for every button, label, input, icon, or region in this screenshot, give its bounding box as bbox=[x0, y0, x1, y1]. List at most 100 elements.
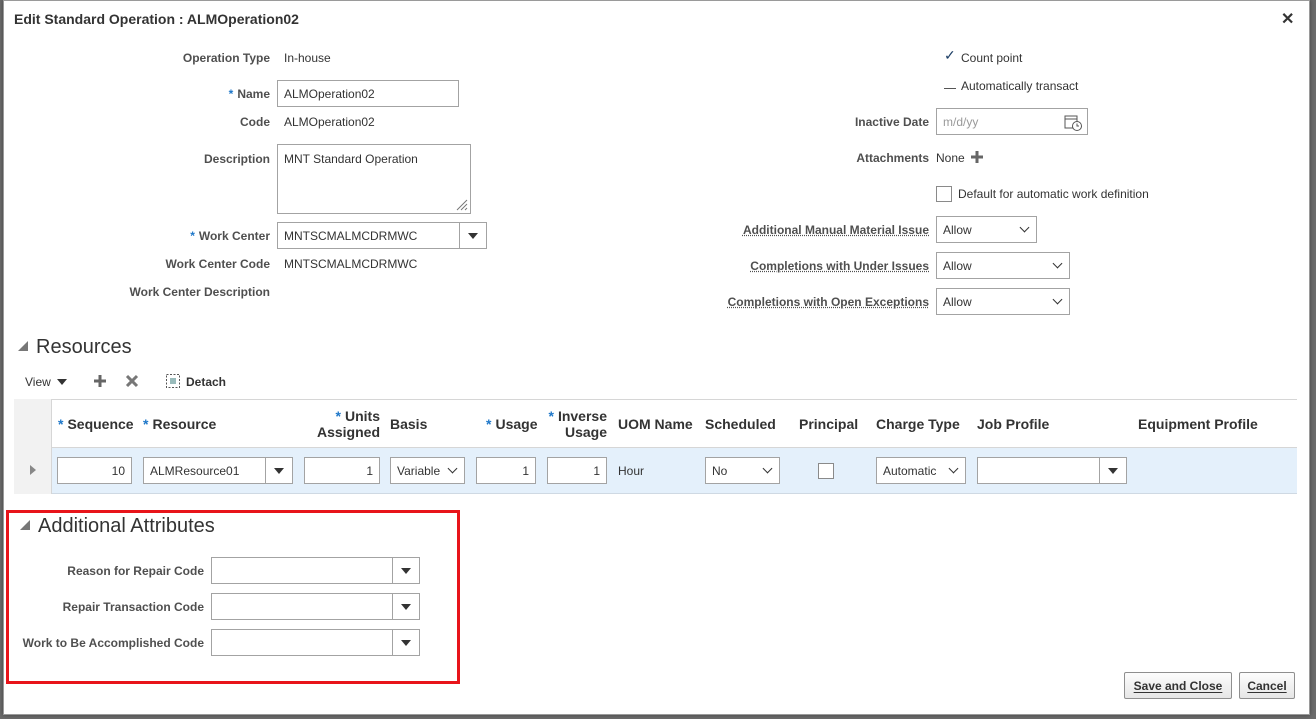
uom-value: Hour bbox=[618, 464, 645, 478]
calendar-icon[interactable] bbox=[1064, 113, 1082, 131]
required-mark: * bbox=[58, 416, 64, 432]
scheduled-select[interactable]: No bbox=[705, 457, 780, 484]
default-auto-wd-checkbox[interactable] bbox=[936, 186, 952, 202]
name-label-text: Name bbox=[237, 87, 270, 101]
principal-checkbox[interactable] bbox=[818, 463, 834, 479]
resources-header[interactable]: Resources bbox=[18, 336, 132, 359]
completions-under-label: Completions with Under Issues bbox=[750, 259, 929, 273]
work-center-label-text: Work Center bbox=[198, 229, 270, 243]
charge-type-value: Automatic bbox=[883, 463, 937, 478]
col-units-line2: Assigned bbox=[316, 424, 380, 440]
sequence-input[interactable]: 10 bbox=[57, 457, 132, 484]
save-and-close-label: Save and Close bbox=[1133, 678, 1223, 693]
unchecked-dash-icon bbox=[944, 88, 956, 89]
completions-open-label: Completions with Open Exceptions bbox=[727, 295, 929, 309]
col-basis[interactable]: Basis bbox=[390, 416, 427, 432]
row-header-column bbox=[14, 399, 52, 494]
add-row-icon[interactable] bbox=[93, 374, 107, 388]
inverse-usage-input[interactable]: 1 bbox=[547, 457, 607, 484]
attachments-value: None bbox=[936, 151, 965, 165]
col-charge-type[interactable]: Charge Type bbox=[876, 416, 960, 432]
code-value: ALMOperation02 bbox=[284, 115, 375, 129]
close-icon[interactable]: ✕ bbox=[1281, 9, 1294, 29]
save-and-close-button[interactable]: Save and Close bbox=[1124, 672, 1232, 699]
col-resource-text: Resource bbox=[152, 416, 217, 432]
col-usage[interactable]: * Usage bbox=[486, 416, 537, 432]
chevron-down-icon bbox=[447, 463, 458, 474]
add-manual-issue-value: Allow bbox=[943, 222, 972, 237]
checkmark-icon: ✓ bbox=[944, 47, 956, 63]
collapse-triangle-icon[interactable] bbox=[18, 340, 28, 351]
required-mark: * bbox=[548, 408, 554, 424]
detach-button[interactable]: Detach bbox=[186, 375, 226, 389]
col-equipment-profile[interactable]: Equipment Profile bbox=[1138, 416, 1258, 432]
work-center-value[interactable]: MNTSCMALMCDRMWC bbox=[278, 223, 459, 248]
job-profile-value[interactable] bbox=[978, 458, 1099, 483]
basis-select[interactable]: Variable bbox=[390, 457, 465, 484]
work-center-description-label: Work Center Description bbox=[129, 285, 270, 299]
name-label: * Name bbox=[184, 87, 270, 101]
code-label: Code bbox=[240, 115, 270, 129]
operation-type-value: In-house bbox=[284, 51, 331, 65]
detach-icon[interactable] bbox=[165, 373, 181, 389]
col-uom-name[interactable]: UOM Name bbox=[618, 416, 693, 432]
add-manual-issue-label: Additional Manual Material Issue bbox=[742, 223, 929, 237]
view-menu[interactable]: View bbox=[25, 375, 67, 389]
work-center-label: * Work Center bbox=[154, 229, 270, 243]
count-point-label: Count point bbox=[961, 51, 1023, 65]
usage-input[interactable]: 1 bbox=[476, 457, 536, 484]
work-center-code-label: Work Center Code bbox=[165, 257, 270, 271]
chevron-down-icon[interactable] bbox=[265, 458, 292, 483]
required-mark: * bbox=[228, 87, 234, 101]
col-sequence-text: Sequence bbox=[67, 416, 134, 432]
resource-combo[interactable]: ALMResource01 bbox=[143, 457, 293, 484]
cancel-button[interactable]: Cancel bbox=[1239, 672, 1295, 699]
work-center-code-value: MNTSCMALMCDRMWC bbox=[284, 257, 418, 271]
col-job-profile[interactable]: Job Profile bbox=[977, 416, 1049, 432]
edit-operation-dialog: Edit Standard Operation : ALMOperation02… bbox=[3, 0, 1310, 715]
col-units-assigned[interactable]: * Units Assigned bbox=[304, 408, 380, 440]
completions-open-select[interactable]: Allow bbox=[936, 288, 1070, 315]
col-inverse-line1: Inverse bbox=[557, 408, 607, 424]
col-principal[interactable]: Principal bbox=[799, 416, 858, 432]
default-auto-wd-label: Default for automatic work definition bbox=[958, 187, 1149, 201]
resize-handle-icon[interactable] bbox=[456, 199, 468, 211]
view-menu-label: View bbox=[25, 375, 51, 389]
col-usage-text: Usage bbox=[495, 416, 538, 432]
col-scheduled[interactable]: Scheduled bbox=[705, 416, 776, 432]
attachments-label: Attachments bbox=[856, 151, 929, 165]
delete-row-icon[interactable] bbox=[125, 374, 139, 388]
required-mark: * bbox=[190, 229, 195, 243]
dialog-title: Edit Standard Operation : ALMOperation02 bbox=[14, 11, 299, 27]
add-icon[interactable] bbox=[970, 150, 984, 164]
required-mark: * bbox=[143, 416, 149, 432]
col-units-line1: Units bbox=[345, 408, 380, 424]
col-resource[interactable]: * Resource bbox=[143, 416, 216, 432]
chevron-down-icon bbox=[1019, 222, 1030, 233]
charge-type-select[interactable]: Automatic bbox=[876, 457, 966, 484]
annotation-highlight-box bbox=[6, 510, 460, 684]
resources-title: Resources bbox=[36, 336, 132, 358]
completions-under-value: Allow bbox=[943, 258, 972, 273]
col-inverse-usage[interactable]: * Inverse Usage bbox=[544, 408, 608, 440]
description-textarea[interactable]: MNT Standard Operation bbox=[277, 144, 471, 214]
chevron-down-icon[interactable] bbox=[1099, 458, 1126, 483]
resource-value[interactable]: ALMResource01 bbox=[144, 458, 265, 483]
inactive-date-label: Inactive Date bbox=[854, 115, 929, 129]
completions-open-value: Allow bbox=[943, 294, 972, 309]
job-profile-combo[interactable] bbox=[977, 457, 1127, 484]
operation-type-label: Operation Type bbox=[182, 51, 270, 65]
name-input[interactable]: ALMOperation02 bbox=[277, 80, 459, 107]
col-sequence[interactable]: * Sequence bbox=[58, 416, 134, 432]
required-mark: * bbox=[335, 408, 341, 424]
basis-value: Variable bbox=[397, 463, 441, 478]
description-label: Description bbox=[203, 152, 270, 166]
work-center-combo[interactable]: MNTSCMALMCDRMWC bbox=[277, 222, 487, 249]
add-manual-issue-select[interactable]: Allow bbox=[936, 216, 1037, 243]
units-assigned-input[interactable]: 1 bbox=[304, 457, 380, 484]
completions-under-select[interactable]: Allow bbox=[936, 252, 1070, 279]
chevron-down-icon bbox=[762, 463, 773, 474]
chevron-down-icon[interactable] bbox=[459, 223, 486, 248]
cancel-label: Cancel bbox=[1247, 678, 1287, 693]
row-selector-icon[interactable] bbox=[30, 465, 36, 475]
